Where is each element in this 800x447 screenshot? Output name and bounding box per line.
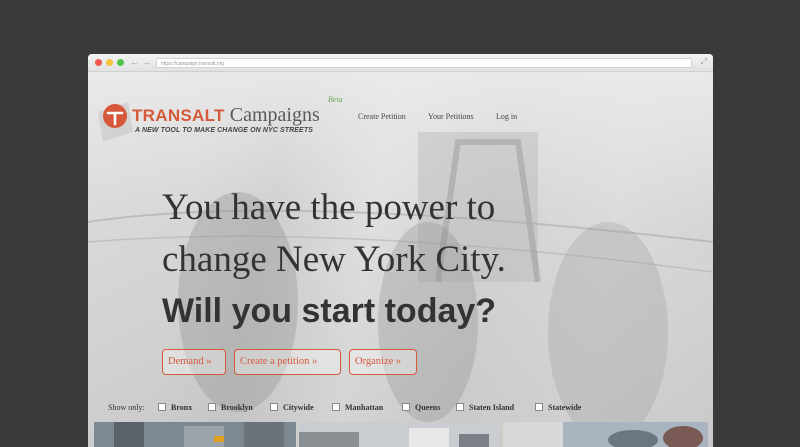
filter-staten-island[interactable]: Staten Island [456, 403, 514, 412]
checkbox[interactable] [208, 403, 216, 411]
campaign-thumbnail[interactable] [299, 422, 499, 447]
checkbox[interactable] [270, 403, 278, 411]
page-content: TRANSALT Campaigns Beta A NEW TOOL TO MA… [88, 72, 713, 447]
campaign-thumbnail[interactable] [94, 422, 296, 447]
back-arrow-icon[interactable]: ← [130, 57, 139, 68]
brand-secondary: Campaigns [229, 104, 320, 126]
checkbox[interactable] [456, 403, 464, 411]
filter-manhattan[interactable]: Manhattan [332, 403, 383, 412]
brand-name: TRANSALT Campaigns [132, 104, 320, 127]
filter-option-label: Brooklyn [221, 403, 253, 412]
filter-option-label: Queens [415, 403, 441, 412]
expand-icon[interactable]: ⤢ [701, 57, 707, 67]
brand-primary: TRANSALT [132, 106, 225, 125]
filter-option-label: Staten Island [469, 403, 515, 412]
filter-option-label: Bronx [171, 403, 193, 412]
filter-option-label: Manhattan [345, 403, 384, 412]
filter-label: Show only: [108, 403, 145, 412]
beta-label: Beta [328, 95, 343, 104]
browser-toolbar: ← → https://campaign.transalt.org ⤢ [88, 54, 713, 72]
zoom-window-button[interactable] [117, 59, 124, 66]
filter-queens[interactable]: Queens [402, 403, 440, 412]
tagline: A NEW TOOL TO MAKE CHANGE ON NYC STREETS [135, 127, 313, 134]
hero-line-1: You have the power to [162, 187, 496, 228]
nav-log-in[interactable]: Log in [496, 112, 517, 121]
checkbox[interactable] [535, 403, 543, 411]
nav-create-petition[interactable]: Create Petition [358, 112, 406, 121]
checkbox[interactable] [158, 403, 166, 411]
forward-arrow-icon[interactable]: → [142, 57, 151, 68]
address-bar[interactable]: https://campaign.transalt.org [156, 58, 692, 68]
filter-brooklyn[interactable]: Brooklyn [208, 403, 253, 412]
hero-line-2: change New York City. [162, 239, 506, 280]
checkbox[interactable] [332, 403, 340, 411]
transalt-logo-icon [103, 104, 127, 128]
filter-option-label: Statewide [548, 403, 582, 412]
create-petition-button[interactable]: Create a petition » [234, 349, 341, 375]
browser-window: ← → https://campaign.transalt.org ⤢ TRAN… [88, 54, 713, 447]
campaign-thumbnail[interactable] [503, 422, 708, 447]
filter-statewide[interactable]: Statewide [535, 403, 581, 412]
close-window-button[interactable] [95, 59, 102, 66]
checkbox[interactable] [402, 403, 410, 411]
nav-your-petitions[interactable]: Your Petitions [428, 112, 474, 121]
minimize-window-button[interactable] [106, 59, 113, 66]
filter-bronx[interactable]: Bronx [158, 403, 192, 412]
organize-button[interactable]: Organize » [349, 349, 417, 375]
filter-option-label: Citywide [283, 403, 314, 412]
filter-citywide[interactable]: Citywide [270, 403, 314, 412]
hero-line-3: Will you start today? [162, 292, 497, 330]
demand-button[interactable]: Demand » [162, 349, 226, 375]
